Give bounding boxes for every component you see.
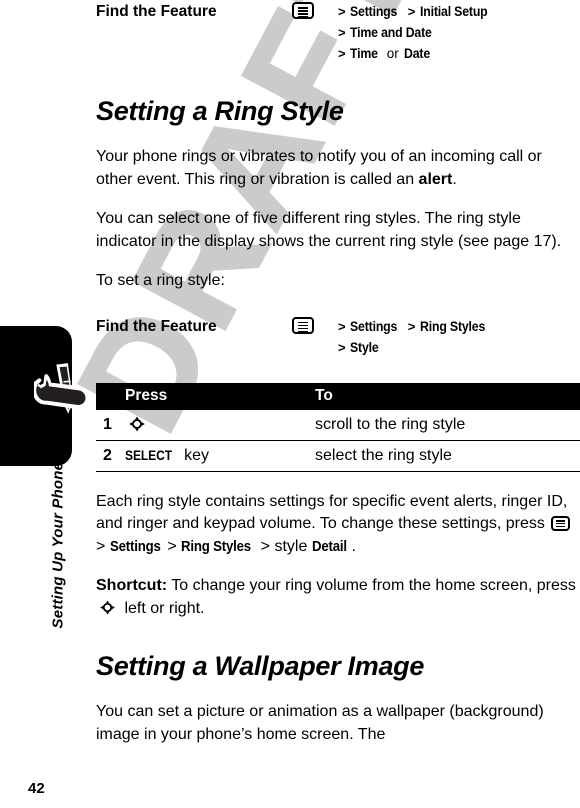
chapter-title: Setting Up Your Phone bbox=[49, 461, 67, 629]
chevron-text: > bbox=[96, 537, 106, 555]
chevron-text: > bbox=[338, 46, 346, 61]
find-the-feature-block-2: Find the Feature > Settings > Ring Style… bbox=[96, 315, 580, 358]
paragraph-ring-style-details: Each ring style contains settings for sp… bbox=[96, 491, 580, 559]
section-heading-wallpaper: Setting a Wallpaper Image bbox=[96, 651, 425, 681]
tools-icon bbox=[34, 363, 90, 414]
page-number: 42 bbox=[28, 780, 45, 797]
menu-path-conjunction: or bbox=[386, 46, 399, 61]
menu-path-item[interactable]: Ring Styles bbox=[181, 536, 251, 559]
paragraph-shortcut: Shortcut: To change your ring volume fro… bbox=[96, 575, 580, 620]
paragraph-text: To change your ring volume from the home… bbox=[167, 577, 576, 594]
paragraph-ring-styles-count: You can select one of five different rin… bbox=[96, 210, 562, 250]
column-header-number bbox=[96, 382, 125, 410]
menu-path-line: > Time or Date bbox=[338, 43, 580, 64]
chevron-text: > bbox=[260, 537, 271, 555]
column-header-to: To bbox=[315, 382, 580, 410]
find-the-feature-label: Find the Feature bbox=[96, 317, 217, 335]
paragraph-ring-alert: Your phone rings or vibrates to notify y… bbox=[96, 146, 580, 191]
menu-key-cell bbox=[292, 0, 338, 20]
step-press-cell bbox=[125, 409, 315, 441]
paragraph-emphasis: alert bbox=[418, 170, 453, 188]
chevron-text: > bbox=[338, 339, 346, 355]
paragraph-text: . bbox=[351, 537, 356, 555]
step-number: 2 bbox=[96, 440, 125, 472]
menu-path-item[interactable]: Time bbox=[350, 43, 378, 63]
chevron-text: > bbox=[167, 537, 177, 555]
menu-path-line: > Time and Date bbox=[338, 22, 580, 43]
menu-path-item[interactable]: Settings bbox=[350, 1, 397, 21]
menu-path-list: > Settings > Initial Setup > Time and Da… bbox=[338, 0, 580, 64]
paragraph-text: left or right. bbox=[120, 599, 205, 617]
paragraph-text: Each ring style contains settings for sp… bbox=[96, 492, 568, 533]
paragraph-text: Your phone rings or vibrates to notify y… bbox=[96, 148, 542, 188]
menu-key-icon[interactable] bbox=[292, 316, 314, 334]
nav-key-icon[interactable] bbox=[125, 416, 149, 432]
menu-path-line: > Settings > Initial Setup bbox=[338, 1, 580, 22]
find-the-feature-block-1: Find the Feature > Settings > Initial Se… bbox=[96, 0, 580, 64]
paragraph-to-set: To set a ring style: bbox=[96, 272, 225, 289]
menu-path-item[interactable]: Detail bbox=[312, 536, 347, 559]
chevron-text: > bbox=[338, 25, 346, 40]
step-number: 1 bbox=[96, 409, 125, 441]
menu-path-item[interactable]: Ring Styles bbox=[420, 316, 485, 336]
menu-key-cell bbox=[292, 315, 338, 335]
paragraph-text: . bbox=[452, 170, 457, 188]
page-content: Find the Feature > Settings > Initial Se… bbox=[96, 0, 580, 746]
column-header-press: Press bbox=[125, 382, 315, 410]
step-press-cell: SELECT key bbox=[125, 440, 315, 472]
menu-path-item[interactable]: Initial Setup bbox=[420, 1, 488, 21]
paragraph-wallpaper-intro: You can set a picture or animation as a … bbox=[96, 703, 544, 743]
shortcut-label: Shortcut: bbox=[96, 577, 168, 594]
menu-path-list: > Settings > Ring Styles > Style bbox=[338, 315, 580, 358]
menu-path-item[interactable]: Settings bbox=[350, 316, 397, 336]
key-word: key bbox=[184, 446, 209, 464]
find-the-feature-label: Find the Feature bbox=[96, 3, 217, 20]
table-row: 2 SELECT key select the ring style bbox=[96, 440, 580, 472]
menu-key-icon[interactable] bbox=[292, 2, 314, 20]
step-description: select the ring style bbox=[315, 440, 580, 472]
chevron-text: > bbox=[338, 318, 346, 334]
chapter-sidebar: Setting Up Your Phone 42 bbox=[0, 0, 96, 808]
softkey-label[interactable]: SELECT bbox=[125, 445, 172, 466]
menu-path-item[interactable]: Time and Date bbox=[350, 22, 432, 42]
chevron-text: > bbox=[407, 4, 416, 19]
table-header-row: Press To bbox=[96, 382, 580, 410]
menu-path-line: > Style bbox=[338, 337, 580, 358]
menu-path-line: > Settings > Ring Styles bbox=[338, 316, 580, 337]
menu-path-item[interactable]: Settings bbox=[110, 536, 161, 559]
nav-key-icon[interactable] bbox=[96, 600, 120, 616]
chevron-text: > bbox=[338, 4, 346, 19]
table-row: 1 scroll to the ring style bbox=[96, 409, 580, 441]
steps-table: Press To 1 scroll to the ring style 2 SE… bbox=[96, 382, 580, 472]
chevron-text: > bbox=[407, 318, 416, 334]
step-description: scroll to the ring style bbox=[315, 409, 580, 441]
section-heading-ring-style: Setting a Ring Style bbox=[96, 96, 344, 126]
menu-path-item[interactable]: Date bbox=[404, 43, 430, 63]
menu-key-icon[interactable] bbox=[551, 516, 571, 532]
menu-path-item[interactable]: Style bbox=[350, 337, 379, 357]
paragraph-text: style bbox=[274, 537, 308, 555]
